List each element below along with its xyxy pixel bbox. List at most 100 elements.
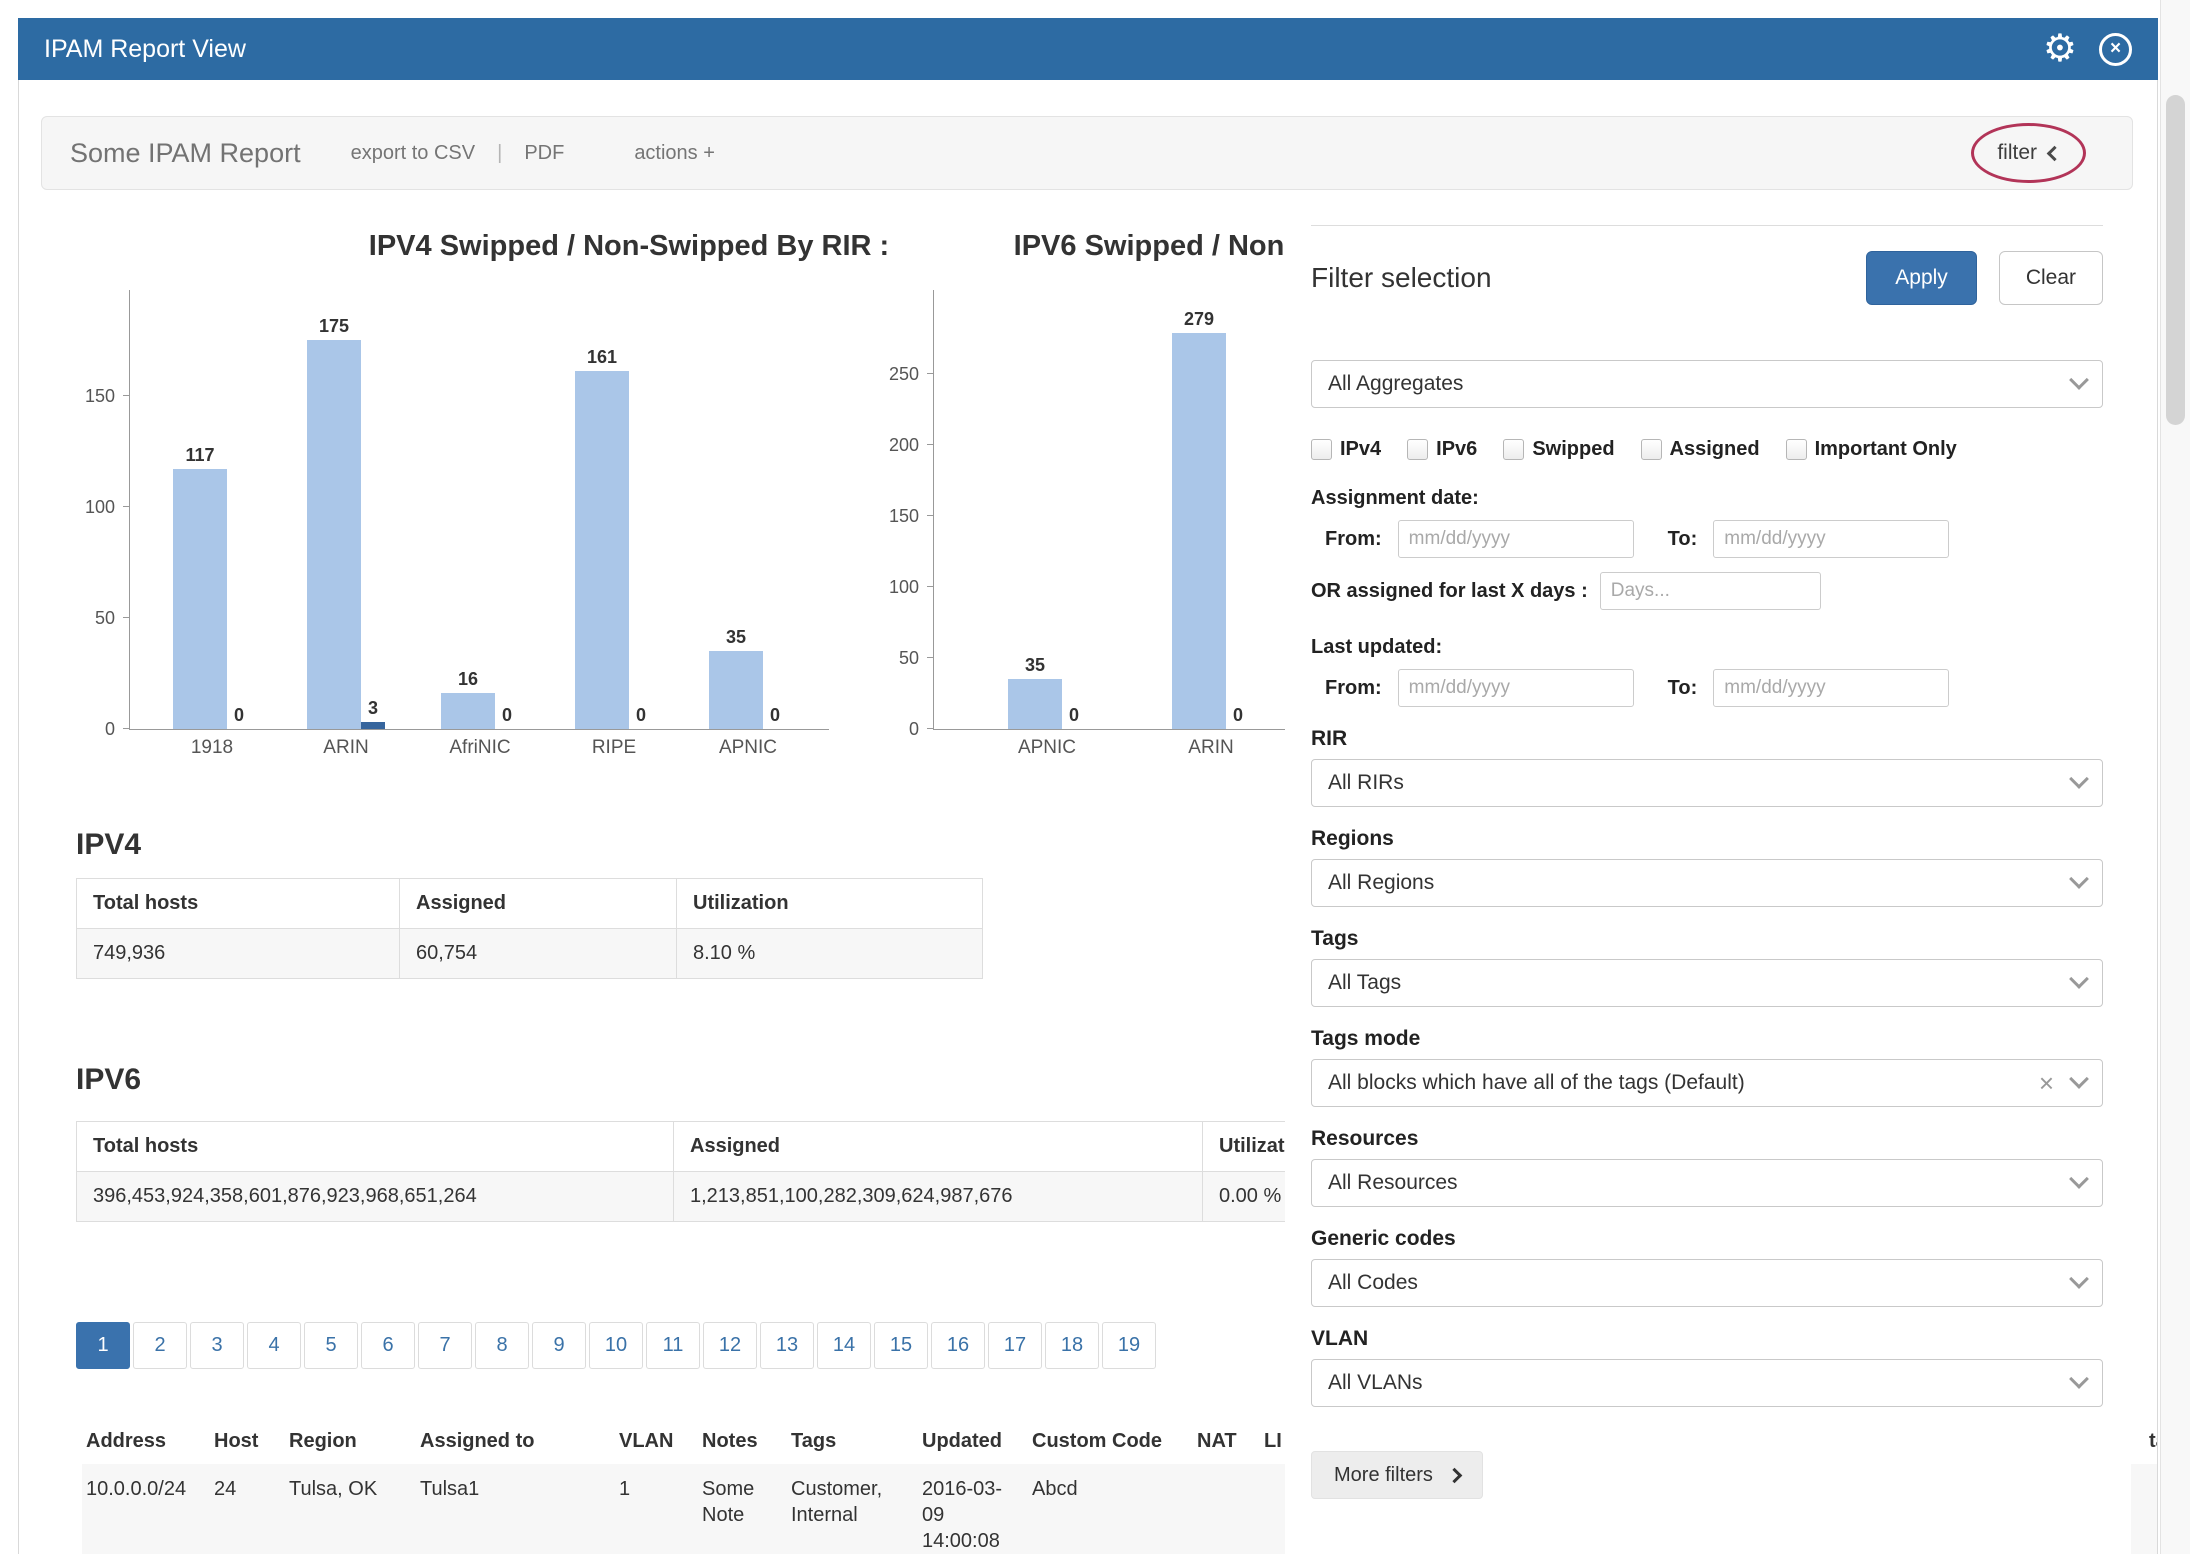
filter-label-Generic codes: Generic codes bbox=[1311, 1227, 2103, 1251]
checkbox-Important Only[interactable]: Important Only bbox=[1786, 438, 1957, 461]
checkbox-box[interactable] bbox=[1503, 439, 1524, 460]
bar-value-label: 0 bbox=[636, 705, 646, 726]
dropdown-Regions[interactable]: All Regions bbox=[1311, 859, 2103, 907]
to-label: To: bbox=[1668, 528, 1698, 551]
page-button-13[interactable]: 13 bbox=[760, 1322, 814, 1369]
checkbox-IPv4[interactable]: IPv4 bbox=[1311, 438, 1381, 461]
scrollbar-thumb[interactable] bbox=[2166, 95, 2185, 425]
chevron-down-icon bbox=[2069, 370, 2089, 390]
report-title: Some IPAM Report bbox=[70, 138, 301, 169]
filter-panel-header: Filter selection Apply Clear bbox=[1311, 250, 2103, 306]
page-button-14[interactable]: 14 bbox=[817, 1322, 871, 1369]
assignment-to-input[interactable] bbox=[1713, 520, 1949, 558]
y-tick-mark bbox=[123, 728, 130, 729]
dropdown-VLAN[interactable]: All VLANs bbox=[1311, 1359, 2103, 1407]
page-button-3[interactable]: 3 bbox=[190, 1322, 244, 1369]
record-cell: 2016-03-09 14:00:08 bbox=[918, 1464, 1028, 1554]
page-button-19[interactable]: 19 bbox=[1102, 1322, 1156, 1369]
record-cell: Tulsa1 bbox=[416, 1464, 615, 1554]
bar-ARIN bbox=[307, 340, 361, 729]
bar-value-label: 0 bbox=[1233, 705, 1243, 726]
days-input[interactable] bbox=[1600, 572, 1821, 610]
bar-group-ARIN: 1753 bbox=[279, 316, 413, 729]
actions-menu[interactable]: actions + bbox=[634, 142, 715, 165]
y-tick-mark bbox=[927, 444, 934, 445]
dropdown-Tags mode[interactable]: All blocks which have all of the tags (D… bbox=[1311, 1059, 2103, 1107]
page-button-18[interactable]: 18 bbox=[1045, 1322, 1099, 1369]
checkbox-box[interactable] bbox=[1786, 439, 1807, 460]
dropdown-value: All RIRs bbox=[1328, 771, 1404, 795]
filter-checkboxes: IPv4 IPv6 Swipped Assigned Important Only bbox=[1311, 438, 2103, 461]
assignment-date-row: From: To: bbox=[1311, 520, 2103, 558]
page-button-6[interactable]: 6 bbox=[361, 1322, 415, 1369]
bar-value-label: 0 bbox=[1069, 705, 1079, 726]
y-tick-label: 150 bbox=[864, 506, 919, 527]
dropdown-RIR[interactable]: All RIRs bbox=[1311, 759, 2103, 807]
window-title: IPAM Report View bbox=[44, 35, 246, 64]
checkbox-box[interactable] bbox=[1407, 439, 1428, 460]
page-button-1[interactable]: 1 bbox=[76, 1322, 130, 1369]
pdf-link[interactable]: PDF bbox=[524, 142, 564, 165]
dropdown-Resources[interactable]: All Resources bbox=[1311, 1159, 2103, 1207]
gear-icon[interactable]: ⚙ bbox=[2043, 30, 2077, 68]
page-button-12[interactable]: 12 bbox=[703, 1322, 757, 1369]
page-button-10[interactable]: 10 bbox=[589, 1322, 643, 1369]
from-label: From: bbox=[1325, 528, 1382, 551]
page-button-9[interactable]: 9 bbox=[532, 1322, 586, 1369]
page-button-17[interactable]: 17 bbox=[988, 1322, 1042, 1369]
table-cell: 8.10 % bbox=[677, 929, 983, 979]
report-header: Some IPAM Report export to CSV | PDF act… bbox=[41, 116, 2133, 190]
record-cell: Some Note bbox=[698, 1464, 787, 1554]
bar-value-label: 161 bbox=[587, 347, 617, 368]
ipv6-table: Total hostsAssignedUtilization396,453,92… bbox=[76, 1121, 1374, 1222]
checkbox-Assigned[interactable]: Assigned bbox=[1641, 438, 1760, 461]
checkbox-Swipped[interactable]: Swipped bbox=[1503, 438, 1614, 461]
chevron-down-icon bbox=[2069, 969, 2089, 989]
record-cell bbox=[2145, 1464, 2158, 1554]
filter-label-Resources: Resources bbox=[1311, 1127, 2103, 1151]
assignment-from-input[interactable] bbox=[1398, 520, 1634, 558]
last-updated-label: Last updated: bbox=[1311, 636, 2103, 659]
page-button-16[interactable]: 16 bbox=[931, 1322, 985, 1369]
dropdown-Tags[interactable]: All Tags bbox=[1311, 959, 2103, 1007]
page-button-8[interactable]: 8 bbox=[475, 1322, 529, 1369]
filter-label-RIR: RIR bbox=[1311, 727, 2103, 751]
page-button-4[interactable]: 4 bbox=[247, 1322, 301, 1369]
ipv4-chart-plot: 050100150117019181753ARIN160AfriNIC1610R… bbox=[129, 290, 829, 730]
column-header: Total hosts bbox=[77, 879, 400, 929]
from-label: From: bbox=[1325, 677, 1382, 700]
page-button-7[interactable]: 7 bbox=[418, 1322, 472, 1369]
filter-toggle[interactable]: filter bbox=[1997, 141, 2060, 165]
bar-value-label: 175 bbox=[319, 316, 349, 337]
apply-button[interactable]: Apply bbox=[1866, 251, 1977, 305]
record-cell: 1 bbox=[615, 1464, 698, 1554]
aggregates-dropdown[interactable]: All Aggregates bbox=[1311, 360, 2103, 408]
records-column-Tags: Tags bbox=[787, 1428, 918, 1454]
updated-to-input[interactable] bbox=[1713, 669, 1949, 707]
more-filters-button[interactable]: More filters bbox=[1311, 1451, 1483, 1499]
export-csv-link[interactable]: export to CSV bbox=[351, 142, 476, 165]
y-tick-label: 50 bbox=[60, 608, 115, 629]
ipv4-table: Total hostsAssignedUtilization749,93660,… bbox=[76, 878, 983, 979]
checkbox-box[interactable] bbox=[1641, 439, 1662, 460]
page-button-15[interactable]: 15 bbox=[874, 1322, 928, 1369]
page-button-2[interactable]: 2 bbox=[133, 1322, 187, 1369]
last-updated-row: From: To: bbox=[1311, 669, 2103, 707]
record-cell: Customer, Internal bbox=[787, 1464, 918, 1554]
close-icon[interactable]: × bbox=[2099, 33, 2132, 66]
checkbox-box[interactable] bbox=[1311, 439, 1332, 460]
page-button-11[interactable]: 11 bbox=[646, 1322, 700, 1369]
table-cell: 749,936 bbox=[77, 929, 400, 979]
page-button-5[interactable]: 5 bbox=[304, 1322, 358, 1369]
records-column-Region: Region bbox=[285, 1428, 416, 1454]
clear-button[interactable]: Clear bbox=[1999, 251, 2103, 305]
y-tick-label: 150 bbox=[60, 386, 115, 407]
bar-value-label: 35 bbox=[1025, 655, 1045, 676]
checkbox-IPv6[interactable]: IPv6 bbox=[1407, 438, 1477, 461]
bar-value-label: 0 bbox=[234, 705, 244, 726]
bar-RIPE bbox=[575, 371, 629, 729]
dropdown-Generic codes[interactable]: All Codes bbox=[1311, 1259, 2103, 1307]
scrollbar-track[interactable] bbox=[2160, 0, 2190, 1554]
updated-from-input[interactable] bbox=[1398, 669, 1634, 707]
clear-icon[interactable]: × bbox=[2039, 1073, 2054, 1093]
